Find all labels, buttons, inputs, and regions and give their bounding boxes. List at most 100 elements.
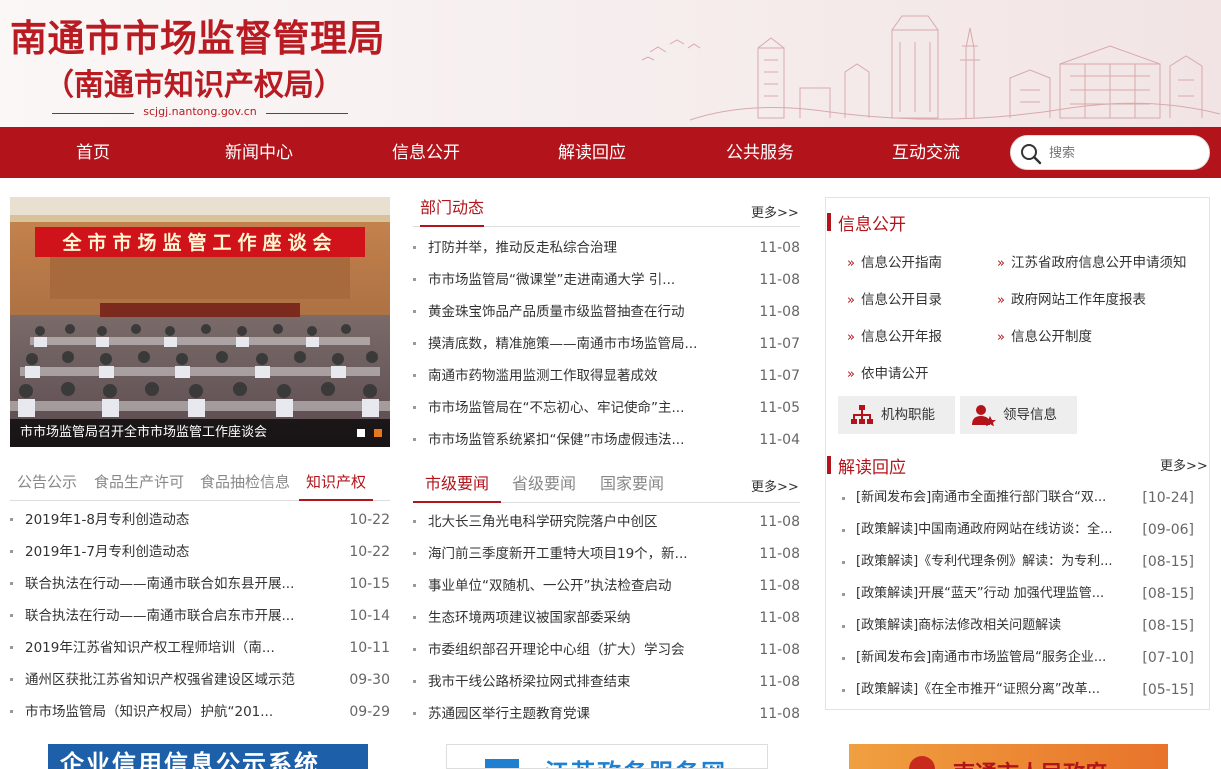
city-news-item[interactable]: 生态环境两项建议被国家部委采纳 11-08: [413, 602, 800, 634]
site-subtitle[interactable]: （南通市知识产权局）: [44, 60, 344, 104]
slide-dot-1[interactable]: [357, 429, 365, 437]
ip-news-title[interactable]: 联合执法在行动——南通市联合启东市开展...: [25, 600, 320, 632]
ip-news-title[interactable]: 联合执法在行动——南通市联合如东县开展...: [25, 568, 320, 600]
jiedu-title[interactable]: [政策解读]中国南通政府网站在线访谈：全...: [856, 516, 1132, 544]
dept-news-item[interactable]: 市市场监管局“微课堂”走进南通大学 引... 11-08: [413, 264, 800, 296]
nav-interpretation[interactable]: 解读回应: [532, 127, 652, 178]
search-input[interactable]: [1049, 142, 1199, 164]
city-news-title[interactable]: 市委组织部召开理论中心组（扩大）学习会: [428, 634, 728, 666]
dept-news-item[interactable]: 摸清底数，精准施策——南通市市场监管局... 11-07: [413, 328, 800, 360]
dept-news-title[interactable]: 摸清底数，精准施策——南通市市场监管局...: [428, 328, 728, 360]
ip-news-item[interactable]: 市市场监管局（知识产权局）护航“201... 09-29: [10, 696, 390, 728]
info-link-annual-report[interactable]: » 信息公开年报: [847, 325, 942, 345]
nav-info-open[interactable]: 信息公开: [366, 127, 486, 178]
search-box[interactable]: [1010, 135, 1210, 170]
tab-food-license[interactable]: 食品生产许可: [94, 471, 184, 501]
search-icon[interactable]: [1019, 142, 1043, 166]
dept-news-title[interactable]: 市市场监管局“微课堂”走进南通大学 引...: [428, 264, 728, 296]
tab-food-inspection[interactable]: 食品抽检信息: [200, 471, 290, 501]
dept-news-item[interactable]: 市市场监管局在“不忘初心、牢记使命”主... 11-05: [413, 392, 800, 424]
dept-news-title[interactable]: 黄金珠宝饰品产品质量市级监督抽查在行动: [428, 296, 728, 328]
ip-news-item[interactable]: 联合执法在行动——南通市联合启东市开展... 10-14: [10, 600, 390, 632]
nav-news-center[interactable]: 新闻中心: [199, 127, 319, 178]
jiedu-item[interactable]: [政策解读]《专利代理条例》解读：为专利... [08-15]: [842, 548, 1194, 580]
dept-news-item[interactable]: 黄金珠宝饰品产品质量市级监督抽查在行动 11-08: [413, 296, 800, 328]
slide-caption[interactable]: 市市场监管局召开全市市场监管工作座谈会: [10, 419, 390, 447]
jiedu-item[interactable]: [新闻发布会]南通市市场监管局“服务企业... [07-10]: [842, 644, 1194, 676]
jiedu-title[interactable]: [新闻发布会]南通市市场监管局“服务企业...: [856, 644, 1132, 672]
dept-news-title[interactable]: 市市场监管系统紧扣“保健”市场虚假违法...: [428, 424, 728, 456]
ip-news-item[interactable]: 通州区获批江苏省知识产权强省建设区域示范 09-30: [10, 664, 390, 696]
city-news-item[interactable]: 市委组织部召开理论中心组（扩大）学习会 11-08: [413, 634, 800, 666]
tab-national-news[interactable]: 国家要闻: [600, 471, 664, 501]
ip-news-item[interactable]: 2019年江苏省知识产权工程师培训（南... 10-11: [10, 632, 390, 664]
jiedu-title[interactable]: [政策解读]商标法修改相关问题解读: [856, 612, 1132, 640]
site-title[interactable]: 南通市市场监督管理局: [10, 8, 385, 62]
dept-news-item[interactable]: 市市场监管系统紧扣“保健”市场虚假违法... 11-04: [413, 424, 800, 456]
slide-dot-2[interactable]: [374, 429, 382, 437]
city-news-title[interactable]: 苏通园区举行主题教育党课: [428, 698, 728, 730]
jiedu-item[interactable]: [政策解读]《在全市推开“证照分离”改革... [05-15]: [842, 676, 1194, 708]
banner-nantong-gov[interactable]: 南通市人民政府: [849, 744, 1168, 769]
city-news-item[interactable]: 事业单位“双随机、一公开”执法检查启动 11-08: [413, 570, 800, 602]
jiedu-title[interactable]: [政策解读]《在全市推开“证照分离”改革...: [856, 676, 1132, 704]
dept-news-more-link[interactable]: 更多>>: [751, 202, 799, 221]
city-news-item[interactable]: 苏通园区举行主题教育党课 11-08: [413, 698, 800, 730]
bullet-dot: [413, 520, 416, 523]
jiedu-item[interactable]: [政策解读]中国南通政府网站在线访谈：全... [09-06]: [842, 516, 1194, 548]
tab-city-news[interactable]: 市级要闻: [413, 471, 502, 503]
leader-info-button[interactable]: 领导信息: [960, 396, 1077, 434]
ip-news-title[interactable]: 2019年1-7月专利创造动态: [25, 536, 320, 568]
city-news-title[interactable]: 事业单位“双随机、一公开”执法检查启动: [428, 570, 728, 602]
city-news-date: 11-08: [759, 610, 800, 626]
nav-interaction[interactable]: 互动交流: [866, 127, 986, 178]
org-function-button[interactable]: 机构职能: [838, 396, 955, 434]
city-news-title[interactable]: 我市干线公路桥梁拉网式排查结束: [428, 666, 728, 698]
info-link-apply[interactable]: » 依申请公开: [847, 362, 928, 382]
mid-news-more-link[interactable]: 更多>>: [751, 476, 799, 495]
slide-photo[interactable]: 全市市场监管工作座谈会: [10, 197, 390, 447]
ip-news-title[interactable]: 市市场监管局（知识产权局）护航“201...: [25, 696, 320, 728]
city-news-title[interactable]: 海门前三季度新开工重特大项目19个，新...: [428, 538, 728, 570]
city-news-item[interactable]: 我市干线公路桥梁拉网式排查结束 11-08: [413, 666, 800, 698]
info-link-apply-notice[interactable]: » 江苏省政府信息公开申请须知: [997, 251, 1186, 271]
info-link-system[interactable]: » 信息公开制度: [997, 325, 1092, 345]
tab-announcements[interactable]: 公告公示: [17, 471, 77, 501]
dept-news-title[interactable]: 市市场监管局在“不忘初心、牢记使命”主...: [428, 392, 728, 424]
info-link-catalog[interactable]: » 信息公开目录: [847, 288, 942, 308]
ip-news-title[interactable]: 2019年1-8月专利创造动态: [25, 504, 320, 536]
city-news-item[interactable]: 海门前三季度新开工重特大项目19个，新... 11-08: [413, 538, 800, 570]
info-link-apply-label: 依申请公开: [860, 366, 929, 382]
info-link-guide[interactable]: » 信息公开指南: [847, 251, 942, 271]
jiedu-title[interactable]: [新闻发布会]南通市全面推行部门联合“双...: [856, 484, 1132, 512]
ip-news-title[interactable]: 通州区获批江苏省知识产权强省建设区域示范: [25, 664, 320, 696]
bullet-dot: [413, 342, 416, 345]
ip-news-item[interactable]: 2019年1-7月专利创造动态 10-22: [10, 536, 390, 568]
jiedu-title[interactable]: [政策解读]开展“蓝天”行动 加强代理监管...: [856, 580, 1132, 608]
dept-news-title[interactable]: 南通市药物滥用监测工作取得显著成效: [428, 360, 728, 392]
banner-jiangsu-gov-service[interactable]: 江苏政务服务网: [446, 744, 768, 769]
jiedu-more-link[interactable]: 更多>>: [1160, 455, 1208, 474]
info-link-website-report[interactable]: » 政府网站工作年度报表: [997, 288, 1146, 308]
city-news-title[interactable]: 北大长三角光电科学研究院落户中创区: [428, 506, 728, 538]
dept-news-item[interactable]: 打防并举，推动反走私综合治理 11-08: [413, 232, 800, 264]
nav-public-service[interactable]: 公共服务: [700, 127, 820, 178]
nav-home[interactable]: 首页: [33, 127, 153, 178]
ip-news-item[interactable]: 2019年1-8月专利创造动态 10-22: [10, 504, 390, 536]
city-news-title[interactable]: 生态环境两项建议被国家部委采纳: [428, 602, 728, 634]
ip-news-item[interactable]: 联合执法在行动——南通市联合如东县开展... 10-15: [10, 568, 390, 600]
dept-news-title[interactable]: 打防并举，推动反走私综合治理: [428, 232, 728, 264]
jiedu-item[interactable]: [政策解读]商标法修改相关问题解读 [08-15]: [842, 612, 1194, 644]
tab-dept-news[interactable]: 部门动态: [420, 197, 485, 227]
tab-ip[interactable]: 知识产权: [299, 471, 374, 501]
city-news-item[interactable]: 北大长三角光电科学研究院落户中创区 11-08: [413, 506, 800, 538]
jiedu-title[interactable]: [政策解读]《专利代理条例》解读：为专利...: [856, 548, 1132, 576]
tab-province-news[interactable]: 省级要闻: [512, 471, 576, 501]
news-slideshow[interactable]: 全市市场监管工作座谈会 市市场监管局召开全市市场监管工作座谈会: [10, 197, 390, 447]
ip-news-title[interactable]: 2019年江苏省知识产权工程师培训（南...: [25, 632, 320, 664]
banner-credit-system[interactable]: 企业信用信息公示系统: [48, 744, 368, 769]
double-chevron-icon: »: [847, 330, 855, 345]
jiedu-item[interactable]: [政策解读]开展“蓝天”行动 加强代理监管... [08-15]: [842, 580, 1194, 612]
jiedu-item[interactable]: [新闻发布会]南通市全面推行部门联合“双... [10-24]: [842, 484, 1194, 516]
dept-news-item[interactable]: 南通市药物滥用监测工作取得显著成效 11-07: [413, 360, 800, 392]
